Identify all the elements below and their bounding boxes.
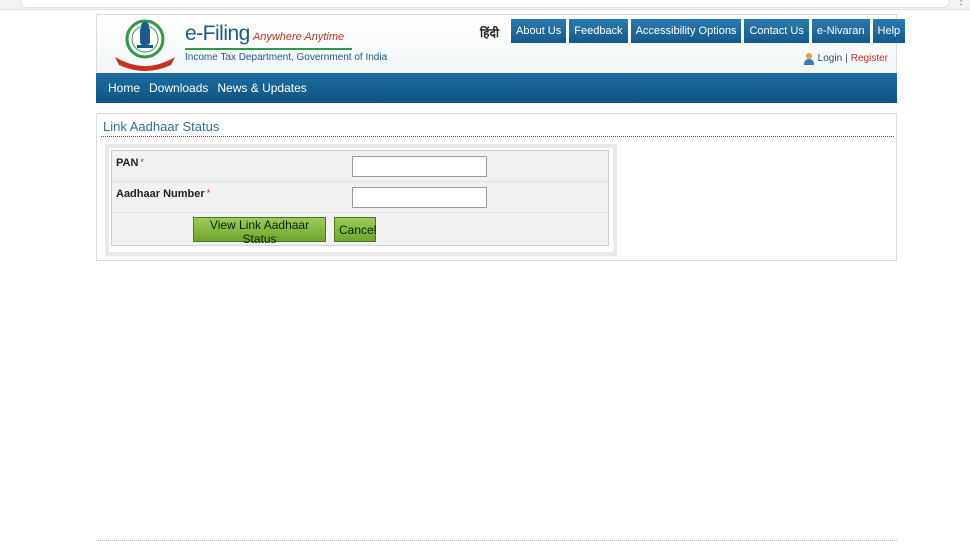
form-actions: View Link Aadhaar Status Cancel <box>112 213 608 246</box>
browser-address-strip: ⋮ <box>0 0 970 10</box>
pan-input[interactable] <box>352 156 487 177</box>
address-bar[interactable] <box>20 0 950 8</box>
top-nav: About Us Feedback Accessibility Options … <box>511 19 906 43</box>
hindi-language-link[interactable]: हिंदी <box>480 24 499 41</box>
login-link[interactable]: Login <box>818 53 842 64</box>
top-nav-feedback[interactable]: Feedback <box>569 19 628 43</box>
top-nav-help[interactable]: Help <box>872 19 906 43</box>
aadhaar-label: Aadhaar Number * <box>116 188 210 200</box>
brand-divider <box>185 48 352 50</box>
site-header: e-Filing Anywhere Anytime Income Tax Depa… <box>96 14 906 73</box>
top-nav-about-us[interactable]: About Us <box>511 19 567 43</box>
browser-menu-icon[interactable]: ⋮ <box>956 0 966 7</box>
main-nav: Home Downloads News & Updates <box>96 73 897 103</box>
aadhaar-number-input[interactable] <box>352 187 487 208</box>
register-link[interactable]: Register <box>851 53 888 64</box>
aadhaar-label-text: Aadhaar Number <box>116 188 205 200</box>
main-nav-downloads[interactable]: Downloads <box>149 81 208 95</box>
main-nav-home[interactable]: Home <box>108 81 140 95</box>
title-divider <box>101 136 894 137</box>
brand-title: e-Filing Anywhere Anytime <box>185 22 344 46</box>
pan-required-mark: * <box>140 157 144 167</box>
brand-tagline: Anywhere Anytime <box>252 31 345 43</box>
user-icon <box>803 53 814 65</box>
page-title: Link Aadhaar Status <box>103 119 220 134</box>
view-link-aadhaar-status-button[interactable]: View Link Aadhaar Status <box>193 217 326 246</box>
pan-label-text: PAN <box>116 157 139 169</box>
auth-separator: | <box>845 53 848 64</box>
pan-label: PAN * <box>116 157 144 169</box>
form-body: PAN * Aadhaar Number * View Link Aadhaar S… <box>111 150 609 246</box>
page-container: e-Filing Anywhere Anytime Income Tax Depa… <box>96 14 906 261</box>
brand-name: e-Filing <box>185 22 250 45</box>
cancel-button[interactable]: Cancel <box>334 217 376 242</box>
footer-divider <box>96 540 897 541</box>
content-panel: Link Aadhaar Status PAN * Aadhaar Number *… <box>96 113 897 261</box>
pan-row: PAN * <box>112 151 608 182</box>
department-name: Income Tax Department, Government of Ind… <box>185 52 388 63</box>
top-nav-contact-us[interactable]: Contact Us <box>744 19 809 43</box>
aadhaar-required-mark: * <box>206 188 211 198</box>
auth-links: Login | Register <box>803 52 888 65</box>
aadhaar-row: Aadhaar Number * <box>112 182 608 213</box>
top-nav-accessibility-options[interactable]: Accessibility Options <box>630 19 742 43</box>
top-nav-e-nivaran[interactable]: e-Nivaran <box>811 19 870 43</box>
government-emblem-icon <box>115 19 175 71</box>
main-nav-news-updates[interactable]: News & Updates <box>217 81 306 95</box>
link-aadhaar-form: PAN * Aadhaar Number * View Link Aadhaar S… <box>105 144 617 256</box>
